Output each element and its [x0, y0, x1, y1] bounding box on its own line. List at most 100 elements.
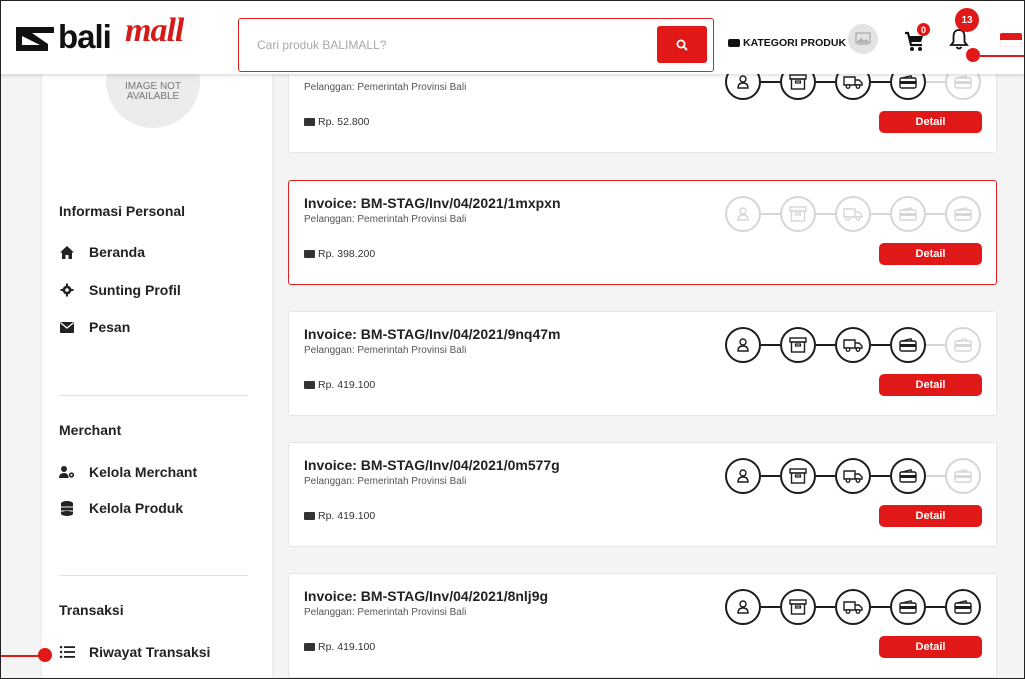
wallet-icon	[304, 250, 315, 258]
search-button[interactable]	[657, 26, 707, 63]
progress-connector	[926, 213, 945, 215]
invoice-card[interactable]: Invoice: BM-STAG/Inv/04/2021/8nlj9g Pelan…	[288, 573, 997, 678]
progress-step	[835, 196, 871, 232]
sidebar-item-label: Kelola Produk	[89, 500, 184, 516]
wallet-icon	[304, 512, 315, 520]
progress-connector	[816, 81, 835, 83]
payment-step-icon	[899, 75, 917, 89]
logo-text-mall: mall	[125, 12, 184, 49]
progress-step	[890, 327, 926, 363]
package-step-icon	[789, 599, 807, 615]
progress-step	[945, 589, 981, 625]
complete-step-icon	[954, 469, 972, 483]
order-progress-tracker	[725, 194, 985, 234]
search-input[interactable]	[239, 19, 657, 71]
wallet-icon	[304, 118, 315, 126]
progress-connector	[761, 81, 780, 83]
sidebar-item-sunting-profil[interactable]: Sunting Profil	[59, 280, 181, 300]
progress-step	[725, 196, 761, 232]
progress-step	[725, 327, 761, 363]
order-progress-tracker	[725, 325, 985, 365]
progress-step	[835, 458, 871, 494]
wallet-icon	[304, 381, 315, 389]
annotation-pointer-line	[980, 55, 1025, 57]
payment-step-icon	[899, 207, 917, 221]
invoice-amount-value: Rp. 419.100	[318, 510, 376, 522]
shipping-step-icon	[843, 600, 863, 614]
invoice-card[interactable]: Invoice: BM-STAG/Inv/04/2021/9nq47m Pelan…	[288, 311, 997, 416]
progress-step	[780, 589, 816, 625]
invoice-card[interactable]: Invoice: BM-STAG/Inv/04/2021/0m577g Pelan…	[288, 442, 997, 547]
customer-step-icon	[735, 206, 751, 222]
avatar-placeholder-text: IMAGE NOT AVAILABLE	[124, 81, 182, 102]
order-progress-tracker	[725, 456, 985, 496]
annotation-pointer-dot	[38, 648, 52, 662]
progress-connector	[816, 344, 835, 346]
payment-step-icon	[899, 600, 917, 614]
header: bali mall KATEGORI PRODUK 0 13	[0, 0, 1025, 74]
invoice-amount: Rp. 398.200	[304, 248, 375, 260]
progress-step	[835, 589, 871, 625]
sidebar-item-riwayat-transaksi[interactable]: Riwayat Transaksi	[59, 642, 210, 662]
sidebar-divider	[59, 395, 248, 396]
section-title-merchant: Merchant	[59, 422, 122, 438]
progress-step	[725, 589, 761, 625]
complete-step-icon	[954, 75, 972, 89]
sidebar-item-kelola-produk[interactable]: Kelola Produk	[59, 498, 183, 518]
invoice-customer: Pelanggan: Pemerintah Provinsi Bali	[304, 476, 467, 487]
package-step-icon	[789, 74, 807, 90]
annotation-pointer-dot	[966, 48, 980, 62]
progress-connector	[871, 475, 890, 477]
notification-button[interactable]: 13	[949, 8, 979, 52]
progress-connector	[761, 606, 780, 608]
progress-step	[945, 196, 981, 232]
customer-step-icon	[735, 468, 751, 484]
envelope-icon	[59, 319, 75, 335]
detail-button[interactable]: Detail	[879, 505, 982, 527]
progress-connector	[816, 606, 835, 608]
user-thumbnail[interactable]	[848, 24, 878, 54]
language-flag-icon[interactable]	[1000, 33, 1022, 47]
balimall-logo[interactable]: bali mall	[14, 12, 214, 62]
sidebar-item-beranda[interactable]: Beranda	[59, 242, 145, 262]
progress-connector	[926, 475, 945, 477]
sidebar-item-pesan[interactable]: Pesan	[59, 317, 130, 337]
kategori-produk-menu[interactable]: KATEGORI PRODUK	[728, 36, 846, 50]
invoice-title: Invoice: BM-STAG/Inv/04/2021/9nq47m	[304, 326, 561, 342]
progress-step	[780, 458, 816, 494]
progress-connector	[926, 81, 945, 83]
cart-button[interactable]: 0	[904, 23, 930, 52]
progress-connector	[816, 213, 835, 215]
shipping-step-icon	[843, 338, 863, 352]
kategori-produk-label: KATEGORI PRODUK	[743, 37, 847, 49]
progress-step	[945, 458, 981, 494]
invoice-amount: Rp. 419.100	[304, 379, 375, 391]
payment-step-icon	[899, 469, 917, 483]
progress-step	[890, 196, 926, 232]
detail-button[interactable]: Detail	[879, 243, 982, 265]
shipping-step-icon	[843, 469, 863, 483]
invoice-amount-value: Rp. 419.100	[318, 379, 376, 391]
sidebar-item-kelola-merchant[interactable]: Kelola Merchant	[59, 462, 197, 482]
image-placeholder-icon	[855, 32, 871, 45]
invoice-customer: Pelanggan: Pemerintah Provinsi Bali	[304, 345, 467, 356]
progress-connector	[816, 475, 835, 477]
sidebar-item-label: Kelola Merchant	[89, 464, 198, 480]
progress-connector	[871, 81, 890, 83]
complete-step-icon	[954, 338, 972, 352]
package-step-icon	[789, 206, 807, 222]
shipping-step-icon	[843, 207, 863, 221]
progress-connector	[761, 344, 780, 346]
cart-count-badge: 0	[917, 23, 930, 36]
progress-connector	[871, 606, 890, 608]
invoice-amount: Rp. 52.800	[304, 116, 369, 128]
progress-connector	[761, 475, 780, 477]
detail-button[interactable]: Detail	[879, 374, 982, 396]
sidebar: IMAGE NOT AVAILABLE Informasi Personal B…	[42, 34, 272, 679]
progress-connector	[871, 344, 890, 346]
invoice-card[interactable]: Invoice: BM-STAG/Inv/04/2021/1mxpxn Pelan…	[288, 180, 997, 285]
logo-text-bali: bali	[58, 18, 112, 55]
detail-button[interactable]: Detail	[879, 111, 982, 133]
customer-step-icon	[735, 599, 751, 615]
detail-button[interactable]: Detail	[879, 636, 982, 658]
